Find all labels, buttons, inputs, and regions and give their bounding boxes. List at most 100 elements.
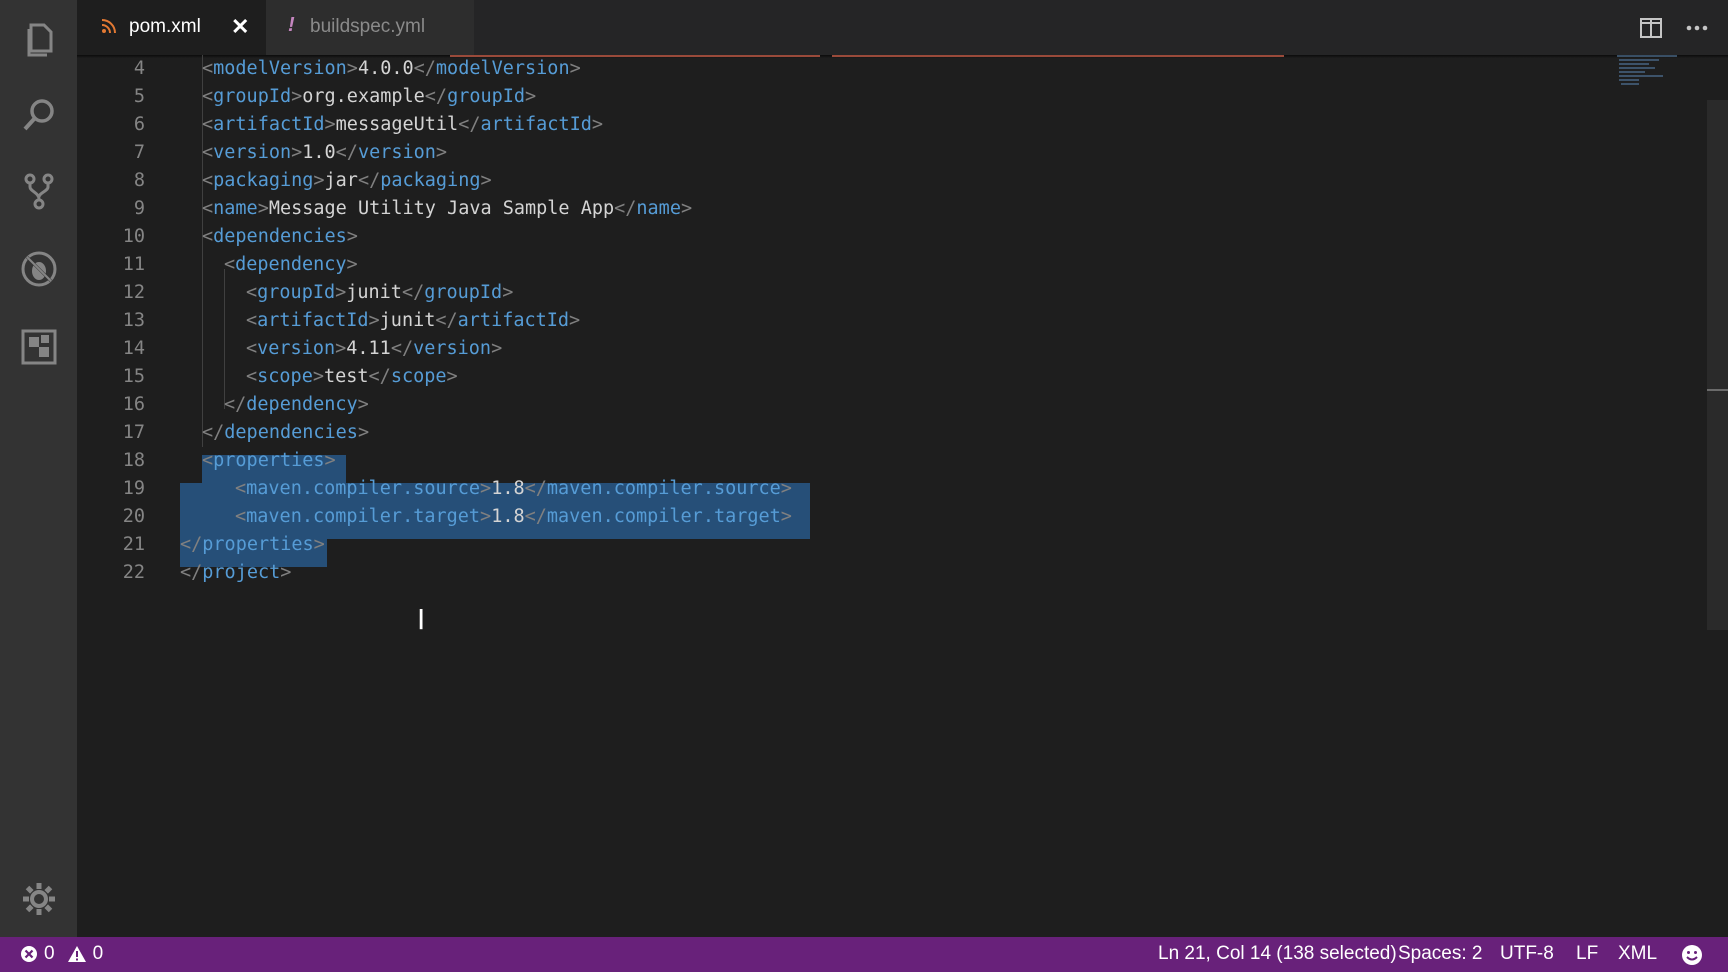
code-line[interactable]: <version>4.11</version> [246, 335, 502, 363]
bracket: > [480, 170, 492, 191]
bracket: </ [224, 394, 247, 415]
search-icon[interactable] [18, 94, 60, 136]
xml-tag-name: properties [213, 450, 325, 471]
xml-tag-name: artifactId [213, 114, 325, 135]
warning-count: 0 [92, 943, 104, 964]
bracket: < [246, 338, 258, 359]
code-line[interactable]: <maven.compiler.target>1.8</maven.compil… [235, 503, 792, 531]
bracket: > [569, 310, 581, 331]
cursor-position[interactable]: Ln 21, Col 14 (138 selected) [1158, 943, 1397, 965]
debug-icon[interactable] [18, 248, 60, 290]
bracket: </ [335, 142, 358, 163]
vertical-scrollbar[interactable] [1707, 100, 1728, 630]
bracket: < [235, 478, 247, 499]
code-editor[interactable]: 4 5 6 7 8 9 10 11 12 13 14 15 16 17 18 19 20 21 22 <modelV… [77, 55, 1728, 937]
close-icon[interactable]: ✕ [231, 14, 249, 40]
bracket: > [346, 58, 358, 79]
code-line[interactable]: <modelVersion>4.0.0</modelVersion> [202, 55, 581, 83]
tab-bar: pom.xml ✕ ! buildspec.yml [77, 0, 1728, 55]
code-line[interactable]: <packaging>jar</packaging> [202, 167, 492, 195]
bracket: </ [368, 366, 391, 387]
bracket: > [591, 114, 604, 135]
status-bar: 0 0 Ln 21, Col 14 (138 selected) Spaces:… [0, 937, 1728, 972]
tab-buildspec-yml[interactable]: ! buildspec.yml [266, 0, 474, 55]
line-number: 19 [122, 478, 145, 499]
code-line[interactable]: <name>Message Utility Java Sample App</n… [202, 195, 692, 223]
indentation-setting[interactable]: Spaces: 2 [1398, 943, 1483, 965]
encoding-setting[interactable]: UTF-8 [1500, 943, 1554, 965]
bracket: </ [524, 478, 547, 499]
line-number: 14 [122, 338, 145, 359]
bracket: < [235, 506, 247, 527]
tab-pom-xml[interactable]: pom.xml ✕ [77, 0, 266, 55]
line-number: 17 [122, 422, 145, 443]
code-line[interactable]: <version>1.0</version> [202, 139, 447, 167]
code-line[interactable]: <dependencies> [202, 223, 358, 251]
minimap[interactable] [1597, 55, 1702, 115]
xml-tag-name: maven.compiler.source [246, 478, 481, 499]
xml-tag-name: scope [257, 366, 313, 387]
bracket: > [502, 282, 514, 303]
code-line[interactable]: <groupId>junit</groupId> [246, 279, 513, 307]
bracket: < [246, 366, 258, 387]
code-line[interactable]: </properties> [180, 531, 325, 559]
xml-text: messageUtil [335, 114, 459, 135]
xml-tag-name: project [202, 562, 281, 583]
bracket: > [335, 338, 347, 359]
line-number: 15 [122, 366, 145, 387]
xml-tag-name: modelVersion [213, 58, 347, 79]
code-line[interactable]: <properties> [202, 447, 336, 475]
tab-label: buildspec.yml [310, 16, 426, 37]
bracket: > [324, 450, 336, 471]
xml-text: jar [324, 170, 358, 191]
bracket: > [491, 338, 503, 359]
bracket: > [291, 86, 303, 107]
line-number: 7 [133, 142, 145, 163]
bracket: </ [180, 562, 203, 583]
code-line[interactable]: <groupId>org.example</groupId> [202, 83, 536, 111]
bracket: > [324, 114, 336, 135]
xml-text: test [323, 366, 369, 387]
line-number: 13 [122, 310, 145, 331]
line-ending-setting[interactable]: LF [1576, 943, 1598, 965]
bracket: </ [357, 170, 381, 191]
problems-indicator[interactable]: 0 0 [20, 943, 103, 965]
language-mode[interactable]: XML [1618, 943, 1657, 965]
line-number: 21 [122, 534, 145, 555]
bracket: > [480, 506, 492, 527]
bracket: > [280, 562, 292, 583]
bracket: > [346, 226, 358, 247]
xml-tag-name: groupId [447, 86, 526, 107]
line-number: 6 [133, 114, 145, 135]
line-number: 18 [122, 450, 145, 471]
bracket: > [357, 394, 369, 415]
code-line[interactable]: <dependency> [224, 251, 358, 279]
xml-tag-name: name [213, 198, 258, 219]
split-editor-icon[interactable] [1637, 14, 1665, 42]
bracket: > [780, 478, 792, 499]
xml-tag-name: modelVersion [435, 58, 570, 79]
bracket: > [368, 310, 380, 331]
source-control-icon[interactable] [18, 170, 60, 212]
xml-tag-name: properties [202, 534, 314, 555]
feedback-smiley-icon[interactable] [1681, 944, 1703, 972]
xml-tag-name: artifactId [257, 310, 369, 331]
bracket: </ [424, 86, 448, 107]
code-line[interactable]: </dependencies> [202, 419, 369, 447]
bracket: < [246, 310, 258, 331]
bracket: > [313, 170, 325, 191]
bracket: > [680, 198, 693, 219]
code-line[interactable]: <artifactId>junit</artifactId> [246, 307, 580, 335]
code-line[interactable]: </dependency> [224, 391, 369, 419]
line-number: 11 [122, 254, 145, 275]
more-actions-icon[interactable] [1683, 14, 1711, 42]
xml-text: org.example [302, 86, 425, 107]
extensions-icon[interactable] [18, 326, 60, 368]
bracket: > [480, 478, 492, 499]
code-line[interactable]: <scope>test</scope> [246, 363, 458, 391]
gear-icon[interactable] [18, 878, 60, 920]
code-line[interactable]: </project> [180, 559, 291, 587]
explorer-icon[interactable] [18, 18, 60, 60]
code-line[interactable]: <artifactId>messageUtil</artifactId> [202, 111, 603, 139]
code-line[interactable]: <maven.compiler.source>1.8</maven.compil… [235, 475, 792, 503]
